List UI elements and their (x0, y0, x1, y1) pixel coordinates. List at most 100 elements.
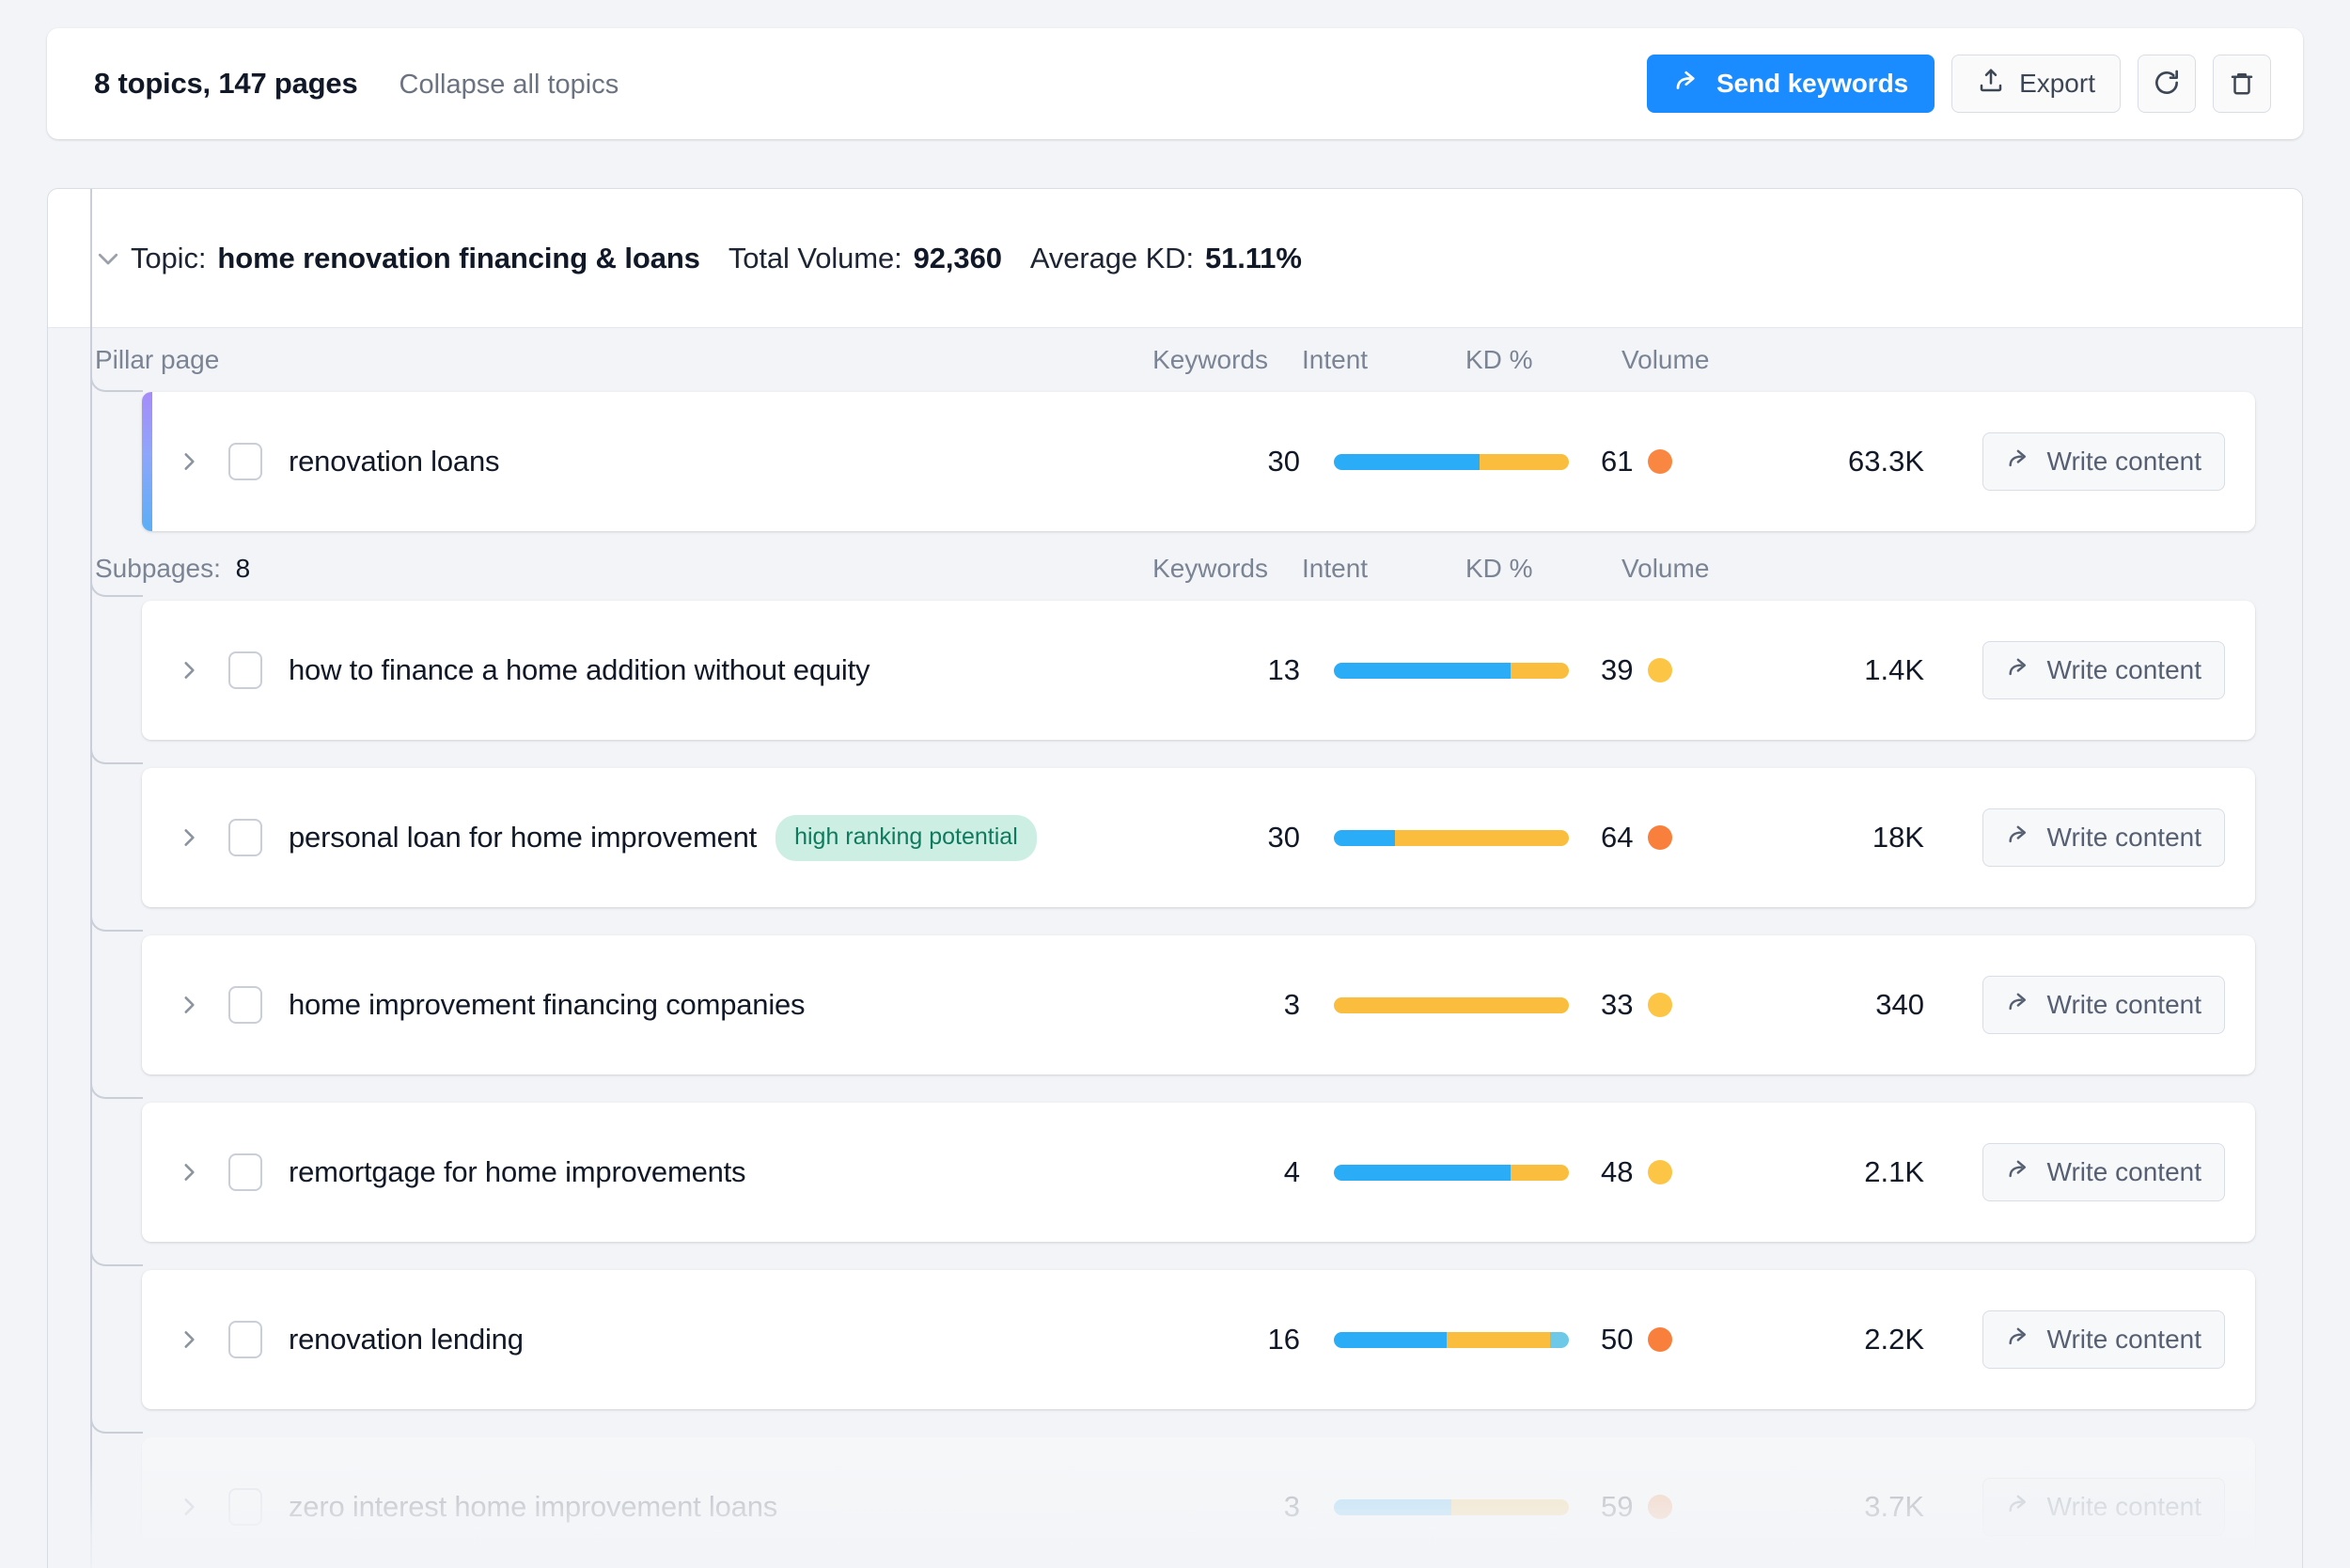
row-kd-cell: 50 (1569, 1323, 1738, 1356)
expand-row-chevron-icon[interactable] (172, 988, 206, 1022)
subpage-row[interactable]: renovation lending16502.2KWrite content (142, 1270, 2255, 1409)
share-arrow-icon (2006, 654, 2032, 687)
write-content-label: Write content (2047, 655, 2201, 685)
intent-bar (1334, 1499, 1569, 1515)
kd-status-dot (1648, 449, 1672, 474)
row-kd-cell: 48 (1569, 1155, 1738, 1189)
row-volume-value: 1.4K (1738, 653, 1935, 687)
kd-status-dot (1648, 1495, 1672, 1519)
row-kd-value: 33 (1601, 988, 1633, 1022)
col-kd: KD % (1452, 345, 1593, 375)
row-checkbox[interactable] (228, 443, 262, 480)
row-kd-value: 64 (1601, 821, 1633, 855)
topic-summary: Topic: home renovation financing & loans… (131, 242, 1302, 275)
row-volume-value: 63.3K (1738, 445, 1935, 478)
row-title-wrap: home improvement financing companies (289, 988, 1159, 1022)
row-kd-value: 50 (1601, 1323, 1633, 1356)
intent-segment-commercial (1395, 830, 1569, 846)
row-volume-value: 340 (1738, 988, 1935, 1022)
row-checkbox[interactable] (228, 986, 262, 1024)
trash-icon (2228, 69, 2256, 100)
row-intent-cell (1300, 663, 1569, 679)
share-arrow-icon (2006, 1491, 2032, 1524)
row-intent-cell (1300, 1165, 1569, 1181)
subpages-column-header: Subpages: 8 Keywords Intent KD % Volume (48, 537, 2302, 601)
expand-row-chevron-icon[interactable] (172, 1323, 206, 1356)
subpages-count-label: Subpages: 8 (95, 554, 1099, 584)
subpage-row[interactable]: personal loan for home improvementhigh r… (142, 768, 2255, 907)
tree-branch (90, 565, 143, 597)
row-checkbox[interactable] (228, 819, 262, 856)
row-checkbox[interactable] (228, 1153, 262, 1191)
subpage-row[interactable]: zero interest home improvement loans3593… (142, 1437, 2255, 1568)
row-checkbox[interactable] (228, 1488, 262, 1526)
total-volume-label: Total Volume: (728, 242, 902, 275)
row-title-wrap: how to finance a home addition without e… (289, 653, 1159, 687)
row-keywords-count: 16 (1159, 1323, 1300, 1356)
refresh-button[interactable] (2138, 55, 2196, 113)
row-title-wrap: personal loan for home improvementhigh r… (289, 815, 1159, 861)
subpage-row[interactable]: home improvement financing companies3333… (142, 935, 2255, 1074)
tree-branch (90, 1402, 143, 1434)
col-intent: Intent (1268, 554, 1452, 584)
topic-body: Pillar page Keywords Intent KD % Volume … (48, 328, 2302, 1568)
subpage-row[interactable]: how to finance a home addition without e… (142, 601, 2255, 740)
row-write-cell: Write content (1935, 808, 2255, 867)
expand-row-chevron-icon[interactable] (172, 445, 206, 478)
intent-segment-commercial (1511, 663, 1570, 679)
intent-segment-commercial (1511, 1165, 1570, 1181)
intent-bar (1334, 663, 1569, 679)
intent-bar (1334, 1332, 1569, 1348)
row-checkbox[interactable] (228, 651, 262, 689)
row-intent-cell (1300, 1332, 1569, 1348)
pillar-row[interactable]: renovation loans 30 61 63.3K Write (142, 392, 2255, 531)
row-title-wrap: renovation loans (289, 445, 1159, 478)
col-intent: Intent (1268, 345, 1452, 375)
row-checkbox[interactable] (228, 1321, 262, 1358)
write-content-button[interactable]: Write content (1982, 1143, 2225, 1201)
expand-row-chevron-icon[interactable] (172, 1490, 206, 1524)
high-ranking-potential-badge: high ranking potential (776, 815, 1037, 861)
expand-row-chevron-icon[interactable] (172, 821, 206, 855)
write-content-button[interactable]: Write content (1982, 1478, 2225, 1536)
write-content-button[interactable]: Write content (1982, 432, 2225, 491)
collapse-all-topics-link[interactable]: Collapse all topics (400, 70, 619, 101)
row-write-cell: Write content (1935, 1310, 2255, 1369)
write-content-button[interactable]: Write content (1982, 1310, 2225, 1369)
upload-icon (1977, 67, 2005, 102)
intent-segment-commercial (1451, 1499, 1569, 1515)
expand-row-chevron-icon[interactable] (172, 1155, 206, 1189)
send-keywords-button[interactable]: Send keywords (1647, 55, 1935, 113)
row-kd-cell: 33 (1569, 988, 1738, 1022)
row-intent-cell (1300, 997, 1569, 1013)
subpage-title: remortgage for home improvements (289, 1155, 745, 1189)
write-content-label: Write content (2047, 990, 2201, 1020)
subpages-count: 8 (236, 554, 251, 583)
average-kd-value: 51.11% (1205, 242, 1302, 275)
expand-row-chevron-icon[interactable] (172, 653, 206, 687)
subpage-title: how to finance a home addition without e… (289, 653, 870, 687)
keyword-strategy-page: 8 topics, 147 pages Collapse all topics … (0, 0, 2350, 1568)
intent-segment-informational (1334, 663, 1511, 679)
intent-segment-informational (1334, 1165, 1511, 1181)
row-volume-value: 3.7K (1738, 1490, 1935, 1524)
subpage-row[interactable]: remortgage for home improvements4482.1KW… (142, 1103, 2255, 1242)
total-volume-value: 92,360 (914, 242, 1002, 275)
delete-button[interactable] (2213, 55, 2271, 113)
write-content-label: Write content (2047, 823, 2201, 853)
row-kd-value: 39 (1601, 653, 1633, 687)
subpage-title: renovation lending (289, 1323, 524, 1356)
row-intent-cell (1300, 454, 1569, 470)
export-button[interactable]: Export (1951, 55, 2121, 113)
write-content-button[interactable]: Write content (1982, 976, 2225, 1034)
share-arrow-icon (2006, 822, 2032, 855)
topic-name: home renovation financing & loans (217, 242, 699, 275)
write-content-button[interactable]: Write content (1982, 641, 2225, 699)
tree-branch (90, 1234, 143, 1266)
share-arrow-icon (2006, 1156, 2032, 1189)
write-content-label: Write content (2047, 1157, 2201, 1187)
write-content-button[interactable]: Write content (1982, 808, 2225, 867)
tree-branch (90, 732, 143, 764)
row-write-cell: Write content (1935, 641, 2255, 699)
collapse-topic-chevron-icon[interactable] (92, 243, 124, 274)
